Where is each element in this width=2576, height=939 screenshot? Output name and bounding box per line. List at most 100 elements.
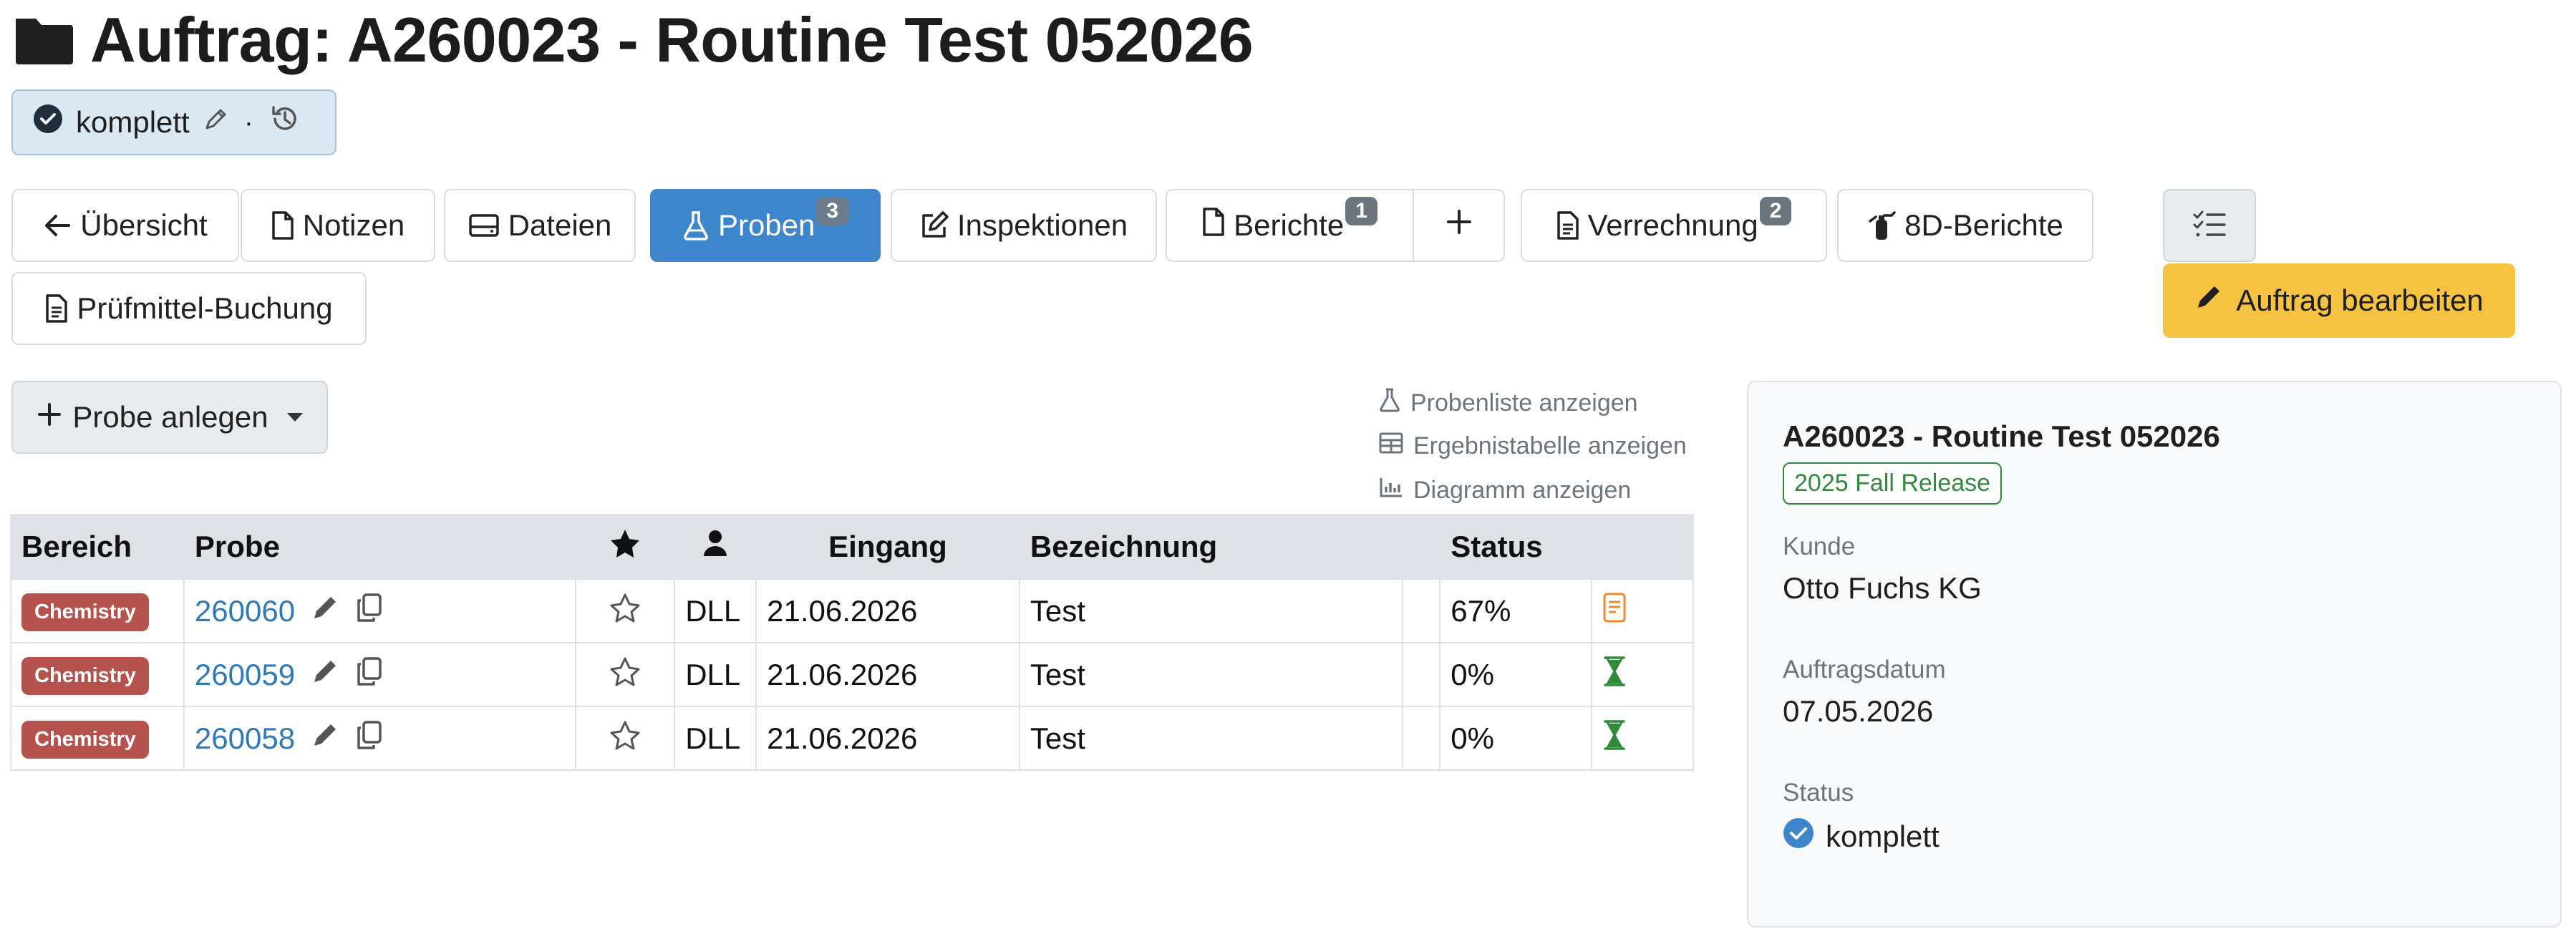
eingang-cell: 21.06.2026 [755, 706, 1020, 771]
tab-badge: 3 [816, 197, 849, 225]
probe-link[interactable]: 260058 [195, 721, 295, 756]
status-value: komplett [1826, 819, 1940, 853]
header-status[interactable]: Status [1439, 514, 1593, 580]
header-status-icon [1591, 514, 1694, 580]
tab-inspektionen[interactable]: Inspektionen [891, 189, 1157, 262]
copy-icon[interactable] [355, 720, 382, 757]
table-row: Chemistry 260058 DLL 21.06.2026 Test 0% [10, 706, 1694, 771]
status-label: Status [1783, 779, 1854, 807]
tab-berichte[interactable]: Berichte 1 [1167, 190, 1414, 261]
tab-badge: 1 [1345, 197, 1377, 225]
table-icon [1379, 432, 1403, 460]
tab-8d-berichte[interactable]: 8D-Berichte [1837, 189, 2093, 262]
pencil-icon[interactable] [311, 721, 339, 756]
user-cell: DLL [674, 642, 757, 707]
tab-pruefmittel-buchung[interactable]: Prüfmittel-Buchung [11, 272, 367, 345]
tab-proben[interactable]: Proben 3 [650, 189, 881, 262]
pencil-icon[interactable] [311, 593, 339, 629]
checklist-button[interactable] [2163, 189, 2256, 262]
tab-label: Inspektionen [957, 208, 1128, 242]
header-bereich[interactable]: Bereich [10, 514, 185, 580]
header-favorite[interactable] [575, 514, 676, 580]
add-bericht-button[interactable] [1414, 190, 1504, 261]
header-eingang[interactable]: Eingang [755, 514, 1020, 580]
tab-label: 8D-Berichte [1904, 208, 2063, 242]
user-icon [702, 530, 728, 564]
hourglass-icon [1602, 656, 1627, 694]
copy-icon[interactable] [355, 593, 382, 630]
probe-link[interactable]: 260059 [195, 658, 295, 692]
extinguisher-icon [1867, 210, 1896, 241]
user-cell: DLL [674, 578, 757, 643]
eingang-cell: 21.06.2026 [755, 578, 1020, 643]
tab-label: Übersicht [80, 208, 208, 242]
status-label: komplett [76, 105, 190, 139]
star-icon[interactable] [609, 593, 641, 629]
edit-order-label: Auftrag bearbeiten [2236, 283, 2484, 317]
datum-label: Auftragsdatum [1783, 656, 1946, 683]
header-user[interactable] [674, 514, 757, 580]
chevron-down-icon [286, 413, 303, 422]
tab-dateien[interactable]: Dateien [444, 189, 636, 262]
page-title-block: Auftrag: A260023 - Routine Test 052026 [13, 4, 1254, 75]
link-probenliste[interactable]: Probenliste anzeigen [1379, 388, 1638, 419]
plus-icon [1445, 208, 1473, 243]
order-summary-panel: A260023 - Routine Test 052026 2025 Fall … [1747, 381, 2562, 928]
kunde-link[interactable]: Otto Fuchs KG [1783, 571, 1982, 605]
link-ergebnistabelle[interactable]: Ergebnistabelle anzeigen [1379, 432, 1687, 460]
edit-icon [920, 211, 949, 240]
probe-link[interactable]: 260060 [195, 594, 295, 628]
tab-label: Dateien [508, 208, 612, 242]
pencil-icon[interactable] [311, 657, 339, 693]
tab-verrechnung[interactable]: Verrechnung 2 [1521, 189, 1827, 262]
tab-notizen[interactable]: Notizen [241, 189, 435, 262]
edit-order-button[interactable]: Auftrag bearbeiten [2163, 263, 2515, 338]
star-icon[interactable] [609, 721, 641, 756]
release-badge: 2025 Fall Release [1783, 462, 2003, 505]
status-pill: komplett · [11, 89, 336, 155]
table-row: Chemistry 260059 DLL 21.06.2026 Test 0% [10, 642, 1694, 707]
table-header-row: Bereich Probe Eingang Bezeichnung Status [10, 514, 1694, 580]
file-icon [1202, 207, 1225, 244]
add-probe-dropdown[interactable]: Probe anlegen [11, 381, 328, 454]
check-circle-icon [1783, 817, 1814, 856]
tab-group-berichte: Berichte 1 [1166, 189, 1505, 262]
bezeichnung-cell: Test [1018, 578, 1404, 643]
header-probe[interactable]: Probe [183, 514, 577, 580]
link-diagramm[interactable]: Diagramm anzeigen [1379, 477, 1631, 505]
flask-icon [1379, 388, 1400, 419]
header-bezeichnung[interactable]: Bezeichnung [1018, 514, 1404, 580]
table-row: Chemistry 260060 DLL 21.06.2026 Test 67% [10, 578, 1694, 643]
datum-value: 07.05.2026 [1783, 694, 1934, 728]
history-icon[interactable] [269, 103, 301, 142]
status-cell: 0% [1439, 642, 1593, 707]
panel-title: A260023 - Routine Test 052026 [1783, 419, 2220, 453]
add-probe-label: Probe anlegen [72, 400, 268, 434]
hdd-icon [468, 213, 500, 238]
tab-label: Notizen [302, 208, 405, 242]
file-icon [271, 210, 294, 240]
bar-chart-icon [1379, 477, 1403, 505]
pencil-icon[interactable] [203, 105, 228, 140]
arrow-left-icon [43, 213, 72, 238]
bereich-chip: Chemistry [21, 656, 149, 695]
report-icon[interactable] [1602, 593, 1627, 630]
tab-uebersicht[interactable]: Übersicht [11, 189, 239, 262]
tab-label: Prüfmittel-Buchung [77, 291, 333, 325]
kunde-label: Kunde [1783, 532, 1856, 560]
file-text-icon [45, 293, 68, 323]
star-icon[interactable] [609, 657, 641, 693]
star-filled-icon [609, 530, 641, 565]
tab-label: Berichte [1234, 208, 1345, 242]
plus-icon [37, 400, 62, 434]
check-circle-icon [33, 104, 63, 141]
eingang-cell: 21.06.2026 [755, 642, 1020, 707]
samples-table: Bereich Probe Eingang Bezeichnung Status… [10, 514, 1694, 771]
header-empty [1402, 514, 1441, 580]
link-label: Diagramm anzeigen [1413, 477, 1632, 504]
page-title: Auftrag: A260023 - Routine Test 052026 [90, 4, 1254, 75]
bezeichnung-cell: Test [1018, 642, 1404, 707]
status-cell: 0% [1439, 706, 1593, 771]
tab-label: Proben [717, 208, 815, 242]
copy-icon[interactable] [355, 656, 382, 694]
